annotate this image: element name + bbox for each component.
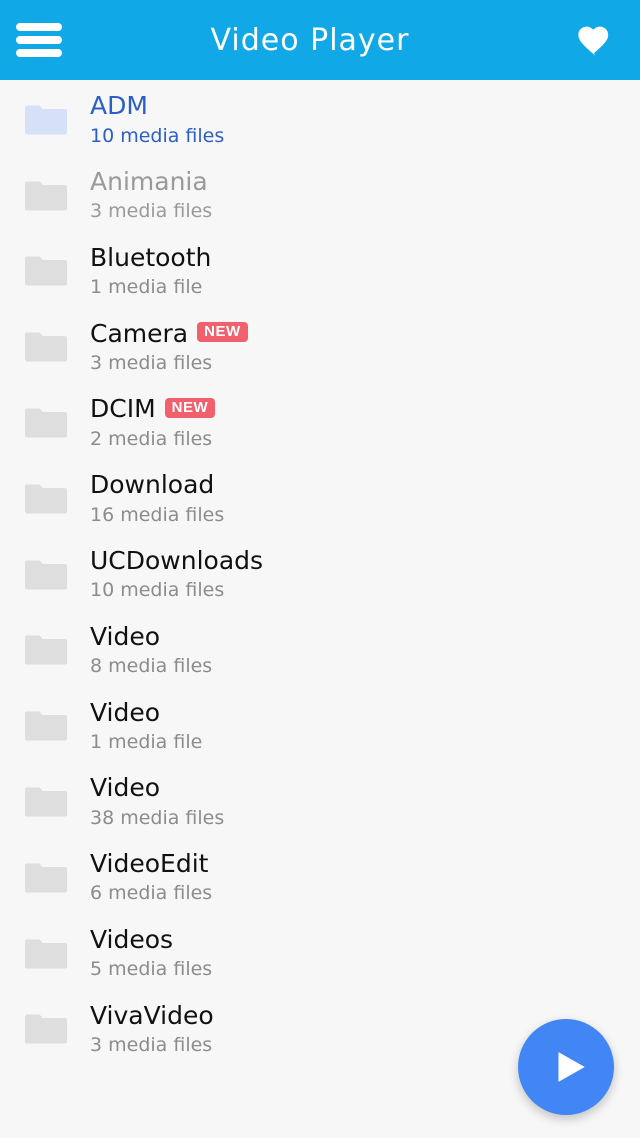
folder-media-count: 3 media files	[90, 351, 213, 374]
folder-text: Video 1 media file	[90, 697, 203, 753]
play-icon	[558, 1052, 585, 1082]
folder-title-line: Camera NEW	[90, 318, 248, 348]
folder-row[interactable]: Videos 5 media files	[0, 916, 640, 992]
folder-name: DCIM	[90, 394, 156, 424]
folder-name: Video	[90, 621, 161, 651]
folder-title-line: Animania	[90, 167, 212, 197]
folder-icon	[22, 482, 68, 516]
folder-row[interactable]: UCDownloads 10 media files	[0, 537, 640, 613]
folder-name: VideoEdit	[90, 849, 209, 879]
folder-media-count: 3 media files	[90, 1034, 213, 1057]
folder-text: Animania 3 media files	[90, 167, 213, 223]
folder-icon	[22, 254, 68, 288]
folder-title-line: ADM	[90, 91, 224, 121]
folder-name: Videos	[90, 925, 174, 955]
folder-row[interactable]: DCIM NEW 2 media files	[0, 385, 640, 461]
folder-name: Video	[90, 697, 161, 727]
folder-icon	[22, 785, 68, 819]
folder-media-count: 16 media files	[90, 503, 225, 526]
folder-icon	[22, 330, 68, 364]
folder-media-count: 8 media files	[90, 655, 213, 678]
folder-text: DCIM NEW 2 media files	[90, 394, 216, 450]
folder-name: Download	[90, 470, 215, 500]
play-fab-button[interactable]	[518, 1019, 614, 1115]
folder-row[interactable]: Download 16 media files	[0, 461, 640, 537]
folder-media-count: 1 media file	[90, 276, 203, 299]
new-badge: NEW	[197, 321, 248, 342]
folder-text: VideoEdit 6 media files	[90, 849, 213, 905]
folder-name: Animania	[90, 167, 208, 197]
folder-text: UCDownloads 10 media files	[90, 546, 264, 602]
folder-text: Video 8 media files	[90, 621, 213, 678]
folder-text: VivaVideo 3 media files	[90, 1000, 214, 1057]
folder-title-line: Video	[90, 697, 202, 727]
folder-title-line: Bluetooth	[90, 242, 212, 272]
folder-text: Videos 5 media files	[90, 925, 213, 981]
folder-name: UCDownloads	[90, 546, 264, 576]
folder-name: Video	[90, 773, 161, 803]
folder-icon	[22, 103, 68, 137]
folder-text: Bluetooth 1 media file	[90, 242, 212, 299]
folder-name: Bluetooth	[90, 242, 212, 272]
new-badge: NEW	[164, 397, 216, 418]
folder-title-line: Videos	[90, 925, 212, 955]
folder-title-line: Video	[90, 621, 212, 651]
folder-media-count: 10 media files	[90, 579, 225, 602]
folder-name: ADM	[90, 91, 148, 121]
folder-media-count: 38 media files	[90, 806, 225, 829]
page-title: Video Player	[210, 22, 410, 58]
folder-title-line: Download	[90, 470, 224, 500]
folder-text: Download 16 media files	[90, 470, 225, 526]
heart-icon[interactable]	[568, 13, 622, 67]
folder-media-count: 5 media files	[90, 958, 213, 981]
folder-title-line: VideoEdit	[90, 849, 212, 879]
folder-row[interactable]: ADM 10 media files	[0, 82, 640, 158]
folder-row[interactable]: VideoEdit 6 media files	[0, 840, 640, 916]
folder-icon	[22, 406, 68, 440]
folder-row[interactable]: Camera NEW 3 media files	[0, 309, 640, 385]
folder-icon	[22, 633, 68, 667]
folder-icon	[22, 179, 68, 213]
folder-name: VivaVideo	[90, 1000, 214, 1030]
folder-row[interactable]: Video 8 media files	[0, 613, 640, 689]
folder-media-count: 1 media file	[90, 730, 203, 753]
folder-media-count: 10 media files	[90, 124, 225, 147]
app-bar: Video Player	[0, 0, 640, 80]
folder-row[interactable]: Animania 3 media files	[0, 158, 640, 234]
folder-icon	[22, 861, 68, 895]
folder-media-count: 6 media files	[90, 882, 213, 905]
folder-text: Camera NEW 3 media files	[90, 318, 248, 374]
folder-list[interactable]: ADM 10 media files Animania 3 media files Bl…	[0, 82, 640, 1138]
folder-title-line: UCDownloads	[90, 546, 264, 576]
folder-icon	[22, 709, 68, 743]
folder-row[interactable]: Video 38 media files	[0, 764, 640, 840]
folder-media-count: 2 media files	[90, 427, 213, 450]
folder-title-line: DCIM NEW	[90, 394, 216, 424]
folder-text: Video 38 media files	[90, 773, 225, 829]
folder-title-line: VivaVideo	[90, 1000, 214, 1030]
folder-row[interactable]: Bluetooth 1 media file	[0, 234, 640, 310]
folder-text: ADM 10 media files	[90, 91, 225, 147]
folder-icon	[22, 558, 68, 592]
folder-title-line: Video	[90, 773, 224, 803]
folder-row[interactable]: Video 1 media file	[0, 688, 640, 764]
folder-icon	[22, 937, 68, 971]
folder-media-count: 3 media files	[90, 200, 213, 223]
folder-name: Camera	[90, 318, 189, 348]
folder-icon	[22, 1012, 68, 1046]
